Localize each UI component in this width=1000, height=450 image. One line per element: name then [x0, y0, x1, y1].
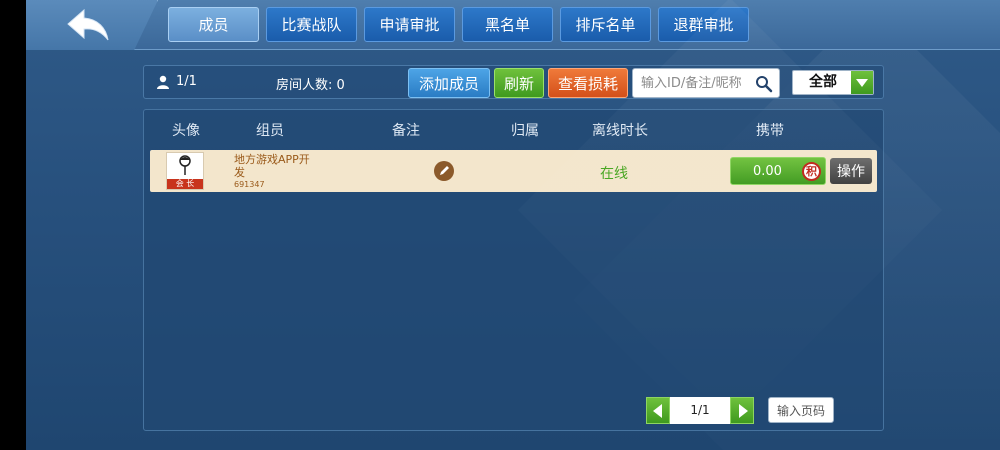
member-count: 1/1: [156, 74, 197, 89]
members-panel: 1/1 房间人数: 0 添加成员 刷新 查看损耗 全部 头像 组员: [143, 65, 884, 431]
goto-page-input[interactable]: 输入页码: [768, 397, 834, 423]
pagination: 1/1: [646, 397, 758, 424]
points-icon: 积: [802, 162, 821, 181]
tab-blacklist[interactable]: 黑名单: [462, 7, 553, 42]
carry-button[interactable]: 0.00 积: [730, 157, 826, 185]
filter-label: 全部: [809, 74, 837, 90]
online-status: 在线: [600, 166, 628, 182]
back-arrow-icon: [67, 8, 109, 41]
search-icon[interactable]: [755, 75, 773, 93]
pencil-icon: [440, 166, 449, 175]
next-page-icon[interactable]: [730, 397, 754, 424]
header-note: 备注: [392, 123, 420, 139]
toolbar: 1/1 房间人数: 0 添加成员 刷新 查看损耗 全部: [143, 65, 884, 99]
header-belong: 归属: [511, 123, 539, 139]
tab-bar: 成员 比赛战队 申请审批 黑名单 排斥名单 退群审批: [168, 7, 749, 42]
table-row[interactable]: 会 长 地方游戏APP开发 691347 在线 0.00 积 操作: [150, 150, 877, 192]
left-edge: [0, 0, 26, 450]
search-box: [632, 68, 780, 98]
action-button[interactable]: 操作: [830, 158, 872, 184]
header-offline-duration: 离线时长: [592, 123, 648, 139]
page-indicator: 1/1: [670, 397, 730, 424]
header-member: 组员: [256, 123, 284, 139]
screen: 成员 比赛战队 申请审批 黑名单 排斥名单 退群审批 1/1 房间人数: 0 添…: [26, 0, 1000, 450]
carry-value: 0.00: [753, 164, 782, 179]
header-avatar: 头像: [172, 123, 200, 139]
user-icon: [157, 75, 169, 89]
tab-quit-review[interactable]: 退群审批: [658, 7, 749, 42]
owner-badge: 会 长: [167, 179, 203, 189]
back-button[interactable]: [66, 8, 110, 42]
member-table: 头像 组员 备注 归属 离线时长 携带 会 长 地方游戏APP开发 691347: [143, 109, 884, 431]
add-member-button[interactable]: 添加成员: [408, 68, 490, 98]
table-header: 头像 组员 备注 归属 离线时长 携带: [144, 110, 885, 148]
tab-exclude-list[interactable]: 排斥名单: [560, 7, 651, 42]
filter-select[interactable]: 全部: [792, 70, 874, 95]
avatar[interactable]: 会 长: [166, 152, 204, 190]
room-count: 房间人数: 0: [276, 78, 345, 93]
search-input[interactable]: [633, 69, 751, 97]
tab-match-teams[interactable]: 比赛战队: [266, 7, 357, 42]
member-count-value: 1/1: [176, 74, 197, 89]
prev-page-icon[interactable]: [646, 397, 670, 424]
refresh-button[interactable]: 刷新: [494, 68, 544, 98]
edit-note-button[interactable]: [434, 161, 454, 181]
top-bar: 成员 比赛战队 申请审批 黑名单 排斥名单 退群审批: [26, 0, 1000, 50]
header-carry: 携带: [756, 123, 784, 139]
avatar-figure-icon: [179, 155, 191, 175]
chevron-down-icon: [851, 71, 873, 94]
tab-members[interactable]: 成员: [168, 7, 259, 42]
tab-apply-review[interactable]: 申请审批: [364, 7, 455, 42]
member-id: 691347: [234, 180, 265, 189]
member-name: 地方游戏APP开发: [234, 153, 310, 179]
view-loss-button[interactable]: 查看损耗: [548, 68, 628, 98]
